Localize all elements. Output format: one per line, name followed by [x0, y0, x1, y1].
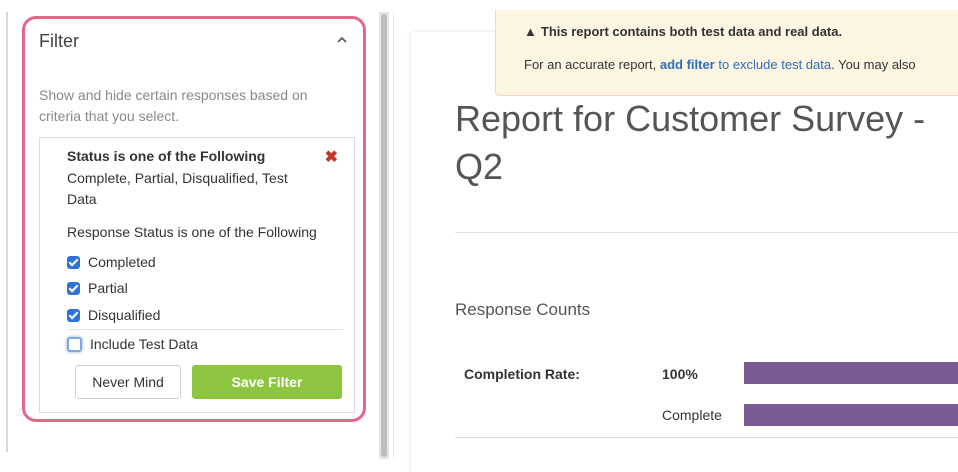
warning-banner — [495, 10, 958, 96]
divider — [67, 329, 343, 330]
report-title: Report for Customer Survey - Q2 — [455, 98, 926, 187]
warning-triangle-icon: ▲ — [524, 24, 537, 39]
warning-title: ▲ This report contains both test data and… — [524, 24, 842, 39]
warning-body-suffix: . You may also — [831, 57, 916, 72]
rule-values: Complete, Partial, Disqualified, Test Da… — [67, 170, 288, 207]
filter-header: Filter — [39, 31, 79, 51]
checkbox-label: Include Test Data — [90, 336, 198, 352]
add-filter-link[interactable]: add filter — [660, 57, 715, 72]
rule-title: Status is one of the Following — [67, 148, 266, 164]
warning-body-prefix: For an accurate report, — [524, 57, 660, 72]
checkbox-label: Completed — [88, 254, 156, 270]
completion-rate-value: 100% — [662, 366, 698, 382]
checkbox-label: Partial — [88, 280, 128, 296]
divider — [455, 232, 958, 233]
filter-rule-card: Status is one of the Following ✖ Complet… — [39, 137, 355, 413]
checkbox-checked-icon[interactable] — [67, 255, 80, 269]
scrollbar-thumb[interactable] — [381, 14, 387, 457]
completion-rate-bar — [744, 362, 958, 384]
filter-description: Show and hide certain responses based on… — [39, 87, 308, 124]
checkbox-checked-icon[interactable] — [67, 308, 80, 322]
panel-divider — [393, 12, 394, 459]
checkbox-label: Disqualified — [88, 307, 161, 323]
rule-label: Response Status is one of the Following — [67, 224, 317, 240]
checkbox-checked-icon[interactable] — [67, 281, 80, 295]
complete-bar — [744, 404, 958, 426]
left-edge-divider — [6, 12, 8, 452]
checkbox-completed[interactable]: Completed — [67, 252, 156, 272]
save-filter-button[interactable]: Save Filter — [192, 365, 342, 399]
close-icon[interactable]: ✖ — [325, 150, 338, 166]
divider — [455, 437, 958, 438]
section-title: Response Counts — [455, 300, 591, 319]
complete-bar-label: Complete — [662, 407, 722, 423]
warning-title-text: This report contains both test data and … — [540, 24, 843, 39]
filter-panel: Filter Show and hide certain responses b… — [22, 16, 366, 422]
checkbox-partial[interactable]: Partial — [67, 278, 128, 298]
chevron-up-icon[interactable] — [335, 33, 349, 47]
checkbox-include-test-data[interactable]: Include Test Data — [67, 334, 198, 354]
exclude-test-data-link[interactable]: to exclude test data — [715, 57, 831, 72]
never-mind-button[interactable]: Never Mind — [75, 365, 181, 399]
completion-rate-label: Completion Rate: — [464, 366, 580, 382]
checkbox-disqualified[interactable]: Disqualified — [67, 305, 160, 325]
checkbox-unchecked-icon[interactable] — [67, 336, 82, 352]
warning-body: For an accurate report, add filter to ex… — [524, 57, 958, 72]
